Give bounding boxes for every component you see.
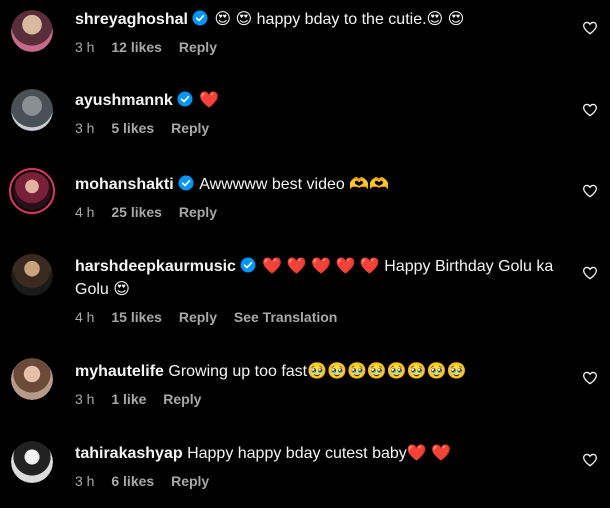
comment-likes[interactable]: 15 likes [111,309,162,325]
comments-list: shreyaghoshal 😍 😍 happy bday to the cuti… [0,0,610,508]
comment-body: myhautelife Growing up too fast🥹🥹🥹🥹🥹🥹🥹🥹 … [75,360,565,408]
comment-time[interactable]: 3 h [75,473,94,489]
heart-outline-icon[interactable] [582,370,598,386]
comment-time[interactable]: 3 h [75,120,94,136]
heart-outline-icon[interactable] [582,102,598,118]
avatar[interactable] [11,441,53,483]
reply-button[interactable]: Reply [179,39,217,55]
comment-username[interactable]: shreyaghoshal [75,11,188,28]
comment-text: Happy happy bday cutest baby❤️ ❤️ [187,445,452,462]
comment-likes[interactable]: 12 likes [111,39,162,55]
comment-likes[interactable]: 1 like [111,391,146,407]
verified-badge-icon [192,10,208,26]
avatar[interactable] [11,89,53,131]
comment-meta: 4 h 25 likes Reply [75,203,565,221]
comment-username[interactable]: ayushmannk [75,92,173,109]
comment-meta: 3 h 6 likes Reply [75,472,565,490]
verified-badge-icon [177,91,193,107]
comment-time[interactable]: 4 h [75,309,94,325]
see-translation-button[interactable]: See Translation [234,309,337,325]
reply-button[interactable]: Reply [171,473,209,489]
comment-text: Awwwww best video 🫶🫶 [199,176,390,193]
heart-outline-icon[interactable] [582,265,598,281]
comment-likes[interactable]: 6 likes [111,473,154,489]
comment-time[interactable]: 4 h [75,204,94,220]
comment-username[interactable]: harshdeepkaurmusic [75,258,236,275]
verified-badge-icon [240,257,256,273]
comment-time[interactable]: 3 h [75,39,94,55]
comment-username[interactable]: tahirakashyap [75,445,183,462]
reply-button[interactable]: Reply [163,391,201,407]
heart-outline-icon[interactable] [582,452,598,468]
comment-username[interactable]: myhautelife [75,363,164,380]
comment-meta: 4 h 15 likes Reply See Translation [75,308,565,326]
verified-badge-icon [178,175,194,191]
comment-text: 😍 😍 happy bday to the cutie.😍 😍 [214,11,465,28]
avatar[interactable] [9,168,55,214]
heart-outline-icon[interactable] [582,20,598,36]
comment-body: mohanshakti Awwwww best video 🫶🫶 4 h 25 … [75,173,565,221]
comment-body: harshdeepkaurmusic ❤️ ❤️ ❤️ ❤️ ❤️ Happy … [75,255,565,326]
reply-button[interactable]: Reply [179,204,217,220]
comment-username[interactable]: mohanshakti [75,176,174,193]
avatar[interactable] [11,254,53,296]
comment-text: Growing up too fast🥹🥹🥹🥹🥹🥹🥹🥹 [168,363,467,380]
comment-likes[interactable]: 5 likes [111,120,154,136]
comment-text: ❤️ [199,92,220,109]
comment-likes[interactable]: 25 likes [111,204,162,220]
comment-time[interactable]: 3 h [75,391,94,407]
comment-meta: 3 h 5 likes Reply [75,119,565,137]
reply-button[interactable]: Reply [171,120,209,136]
avatar[interactable] [11,358,53,400]
reply-button[interactable]: Reply [179,309,217,325]
avatar[interactable] [11,10,53,52]
comment-meta: 3 h 12 likes Reply [75,38,565,56]
heart-outline-icon[interactable] [582,183,598,199]
comment-body: ayushmannk ❤️ 3 h 5 likes Reply [75,89,565,137]
comment-meta: 3 h 1 like Reply [75,390,565,408]
comment-body: shreyaghoshal 😍 😍 happy bday to the cuti… [75,8,565,56]
comment-body: tahirakashyap Happy happy bday cutest ba… [75,442,565,490]
